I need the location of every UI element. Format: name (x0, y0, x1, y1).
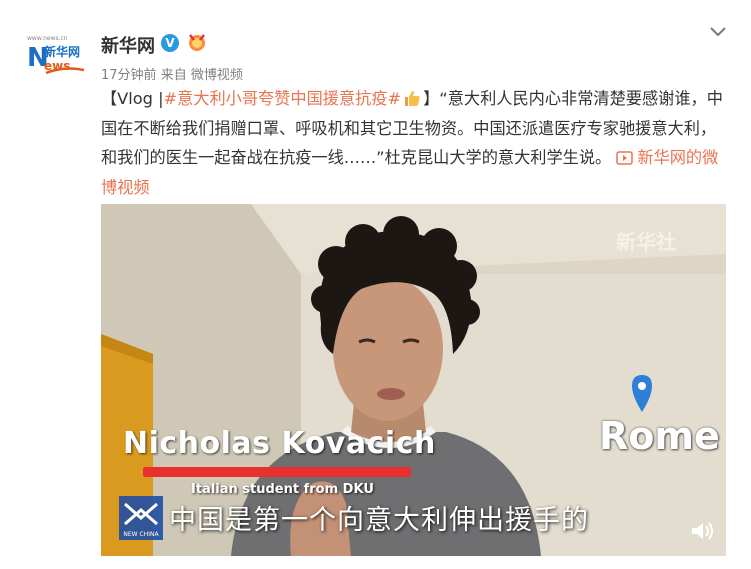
city-label: Rome (599, 414, 720, 458)
hashtag-link[interactable]: #意大利小哥夸赞中国援意抗疫# (164, 89, 402, 108)
location-pin-icon (631, 374, 653, 414)
new-china-logo: NEW CHINA (119, 496, 163, 540)
thumbs-up-icon (402, 88, 422, 108)
post-source[interactable]: 微博视频 (191, 68, 243, 83)
svg-text:www.news.cn: www.news.cn (27, 35, 68, 42)
post-prefix: 【Vlog | (101, 89, 164, 108)
avatar[interactable]: www.news.cn N 新华网 ews (24, 30, 86, 80)
chevron-down-icon[interactable] (708, 24, 728, 40)
person-name: Nicholas Kovacich (123, 426, 436, 461)
video-player[interactable]: 新华社 Rome Nicholas Kovacich Italian stude… (101, 204, 726, 556)
post-text: 【Vlog |#意大利小哥夸赞中国援意抗疫# 】“意大利人民内心非常清楚要感谢谁，… (101, 84, 729, 202)
post-meta: 17分钟前 来自 微博视频 (101, 64, 243, 83)
name-underline-bar (143, 467, 411, 477)
source-prefix: 来自 (160, 68, 187, 83)
avatar-cn-text: 新华网 (44, 44, 80, 59)
video-subtitle: 中国是第一个向意大利伸出援手的 (169, 505, 589, 536)
video-link-icon (616, 145, 634, 165)
username[interactable]: 新华网 (101, 32, 155, 58)
sound-icon[interactable] (690, 520, 716, 542)
weibo-post-card: www.news.cn N 新华网 ews 新华网 V 17分钟前 来自 微博视… (0, 0, 751, 569)
person-role: Italian student from DKU (191, 482, 374, 497)
medal-icon[interactable] (186, 32, 208, 52)
post-time[interactable]: 17分钟前 (101, 68, 157, 83)
logo-label: NEW CHINA (123, 531, 159, 538)
verified-icon: V (161, 34, 179, 52)
watermark: 新华社 (616, 230, 676, 254)
